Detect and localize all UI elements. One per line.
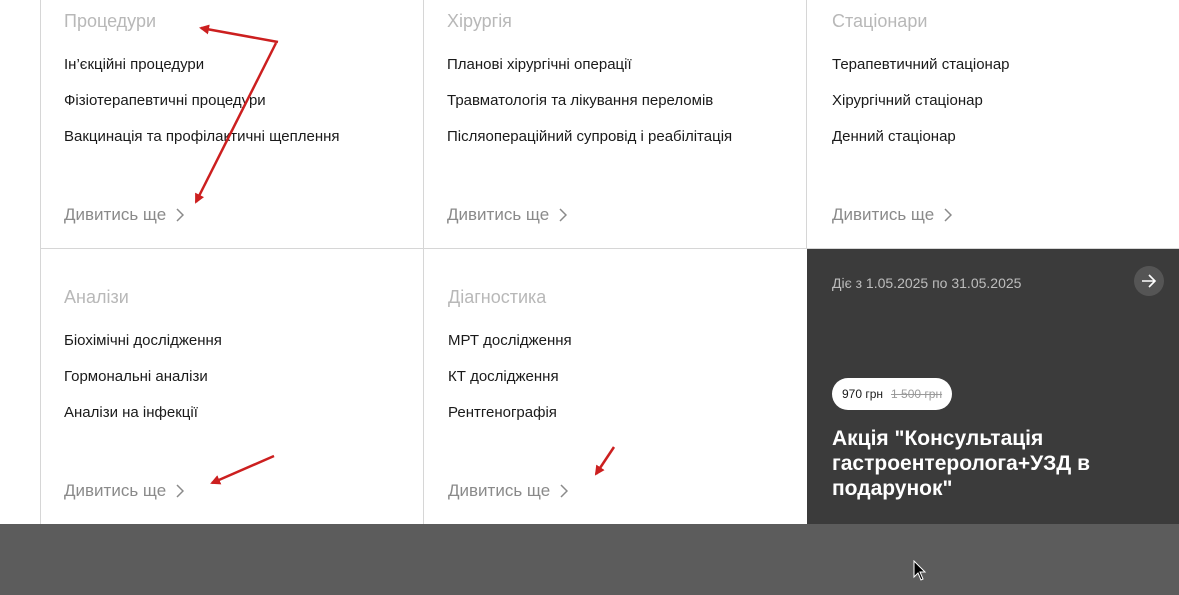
see-more-link[interactable]: Дивитись ще bbox=[64, 205, 185, 225]
arrow-right-icon bbox=[1142, 274, 1157, 288]
promo-arrow-button[interactable] bbox=[1134, 266, 1164, 296]
chevron-right-icon bbox=[560, 484, 569, 498]
category-title: Стаціонари bbox=[832, 11, 928, 31]
promo-headline[interactable]: Акція "Консультація гастроентеролога+УЗД… bbox=[832, 426, 1132, 501]
promo-card[interactable]: Діє з 1.05.2025 по 31.05.2025 970 грн 1 … bbox=[807, 249, 1179, 524]
see-more-label: Дивитись ще bbox=[447, 205, 550, 224]
chevron-right-icon bbox=[944, 208, 953, 222]
left-gutter bbox=[0, 0, 40, 524]
category-link[interactable]: Фізіотерапевтичні процедури bbox=[64, 92, 266, 109]
category-link[interactable]: Гормональні аналізи bbox=[64, 368, 208, 385]
category-link[interactable]: Терапевтичний стаціонар bbox=[832, 56, 1010, 73]
category-link[interactable]: Вакцинація та профілактичні щеплення bbox=[64, 128, 340, 145]
category-card-procedures: Процедури Ін’єкційні процедури Фізіотера… bbox=[40, 0, 424, 249]
current-price: 970 грн bbox=[842, 387, 884, 401]
chevron-right-icon bbox=[559, 208, 568, 222]
chevron-right-icon bbox=[176, 208, 185, 222]
category-title: Діагностика bbox=[448, 287, 547, 307]
category-title: Аналізи bbox=[64, 287, 129, 307]
see-more-link[interactable]: Дивитись ще bbox=[64, 481, 185, 501]
see-more-label: Дивитись ще bbox=[64, 481, 167, 500]
old-price: 1 500 грн bbox=[891, 387, 943, 401]
category-card-surgery: Хірургія Планові хірургічні операції Тра… bbox=[423, 0, 807, 249]
promo-dates: Діє з 1.05.2025 по 31.05.2025 bbox=[832, 275, 1022, 291]
category-link[interactable]: Планові хірургічні операції bbox=[447, 56, 632, 73]
category-link[interactable]: Денний стаціонар bbox=[832, 128, 956, 145]
category-link[interactable]: Ін’єкційні процедури bbox=[64, 56, 204, 73]
category-card-tests: Аналізи Біохімічні дослідження Гормональ… bbox=[40, 249, 424, 524]
mouse-cursor-icon bbox=[913, 560, 927, 581]
services-grid: Процедури Ін’єкційні процедури Фізіотера… bbox=[0, 0, 1179, 524]
category-title: Процедури bbox=[64, 11, 157, 31]
category-link[interactable]: Рентгенографія bbox=[448, 404, 557, 421]
category-link[interactable]: Хірургічний стаціонар bbox=[832, 92, 983, 109]
category-title: Хірургія bbox=[447, 11, 512, 31]
category-link[interactable]: Біохімічні дослідження bbox=[64, 332, 222, 349]
see-more-label: Дивитись ще bbox=[832, 205, 935, 224]
see-more-link[interactable]: Дивитись ще bbox=[832, 205, 953, 225]
see-more-label: Дивитись ще bbox=[448, 481, 551, 500]
category-link[interactable]: КТ дослідження bbox=[448, 368, 559, 385]
category-card-inpatient: Стаціонари Терапевтичний стаціонар Хірур… bbox=[806, 0, 1179, 249]
chevron-right-icon bbox=[176, 484, 185, 498]
category-link[interactable]: Післяопераційний супровід і реабілітація bbox=[447, 128, 732, 145]
category-link[interactable]: Аналізи на інфекції bbox=[64, 404, 198, 421]
category-link[interactable]: МРТ дослідження bbox=[448, 332, 572, 349]
category-link[interactable]: Травматологія та лікування переломів bbox=[447, 92, 713, 109]
see-more-label: Дивитись ще bbox=[64, 205, 167, 224]
see-more-link[interactable]: Дивитись ще bbox=[448, 481, 569, 501]
price-badge: 970 грн 1 500 грн bbox=[832, 378, 953, 410]
see-more-link[interactable]: Дивитись ще bbox=[447, 205, 568, 225]
category-card-diagnostics: Діагностика МРТ дослідження КТ досліджен… bbox=[423, 249, 807, 524]
